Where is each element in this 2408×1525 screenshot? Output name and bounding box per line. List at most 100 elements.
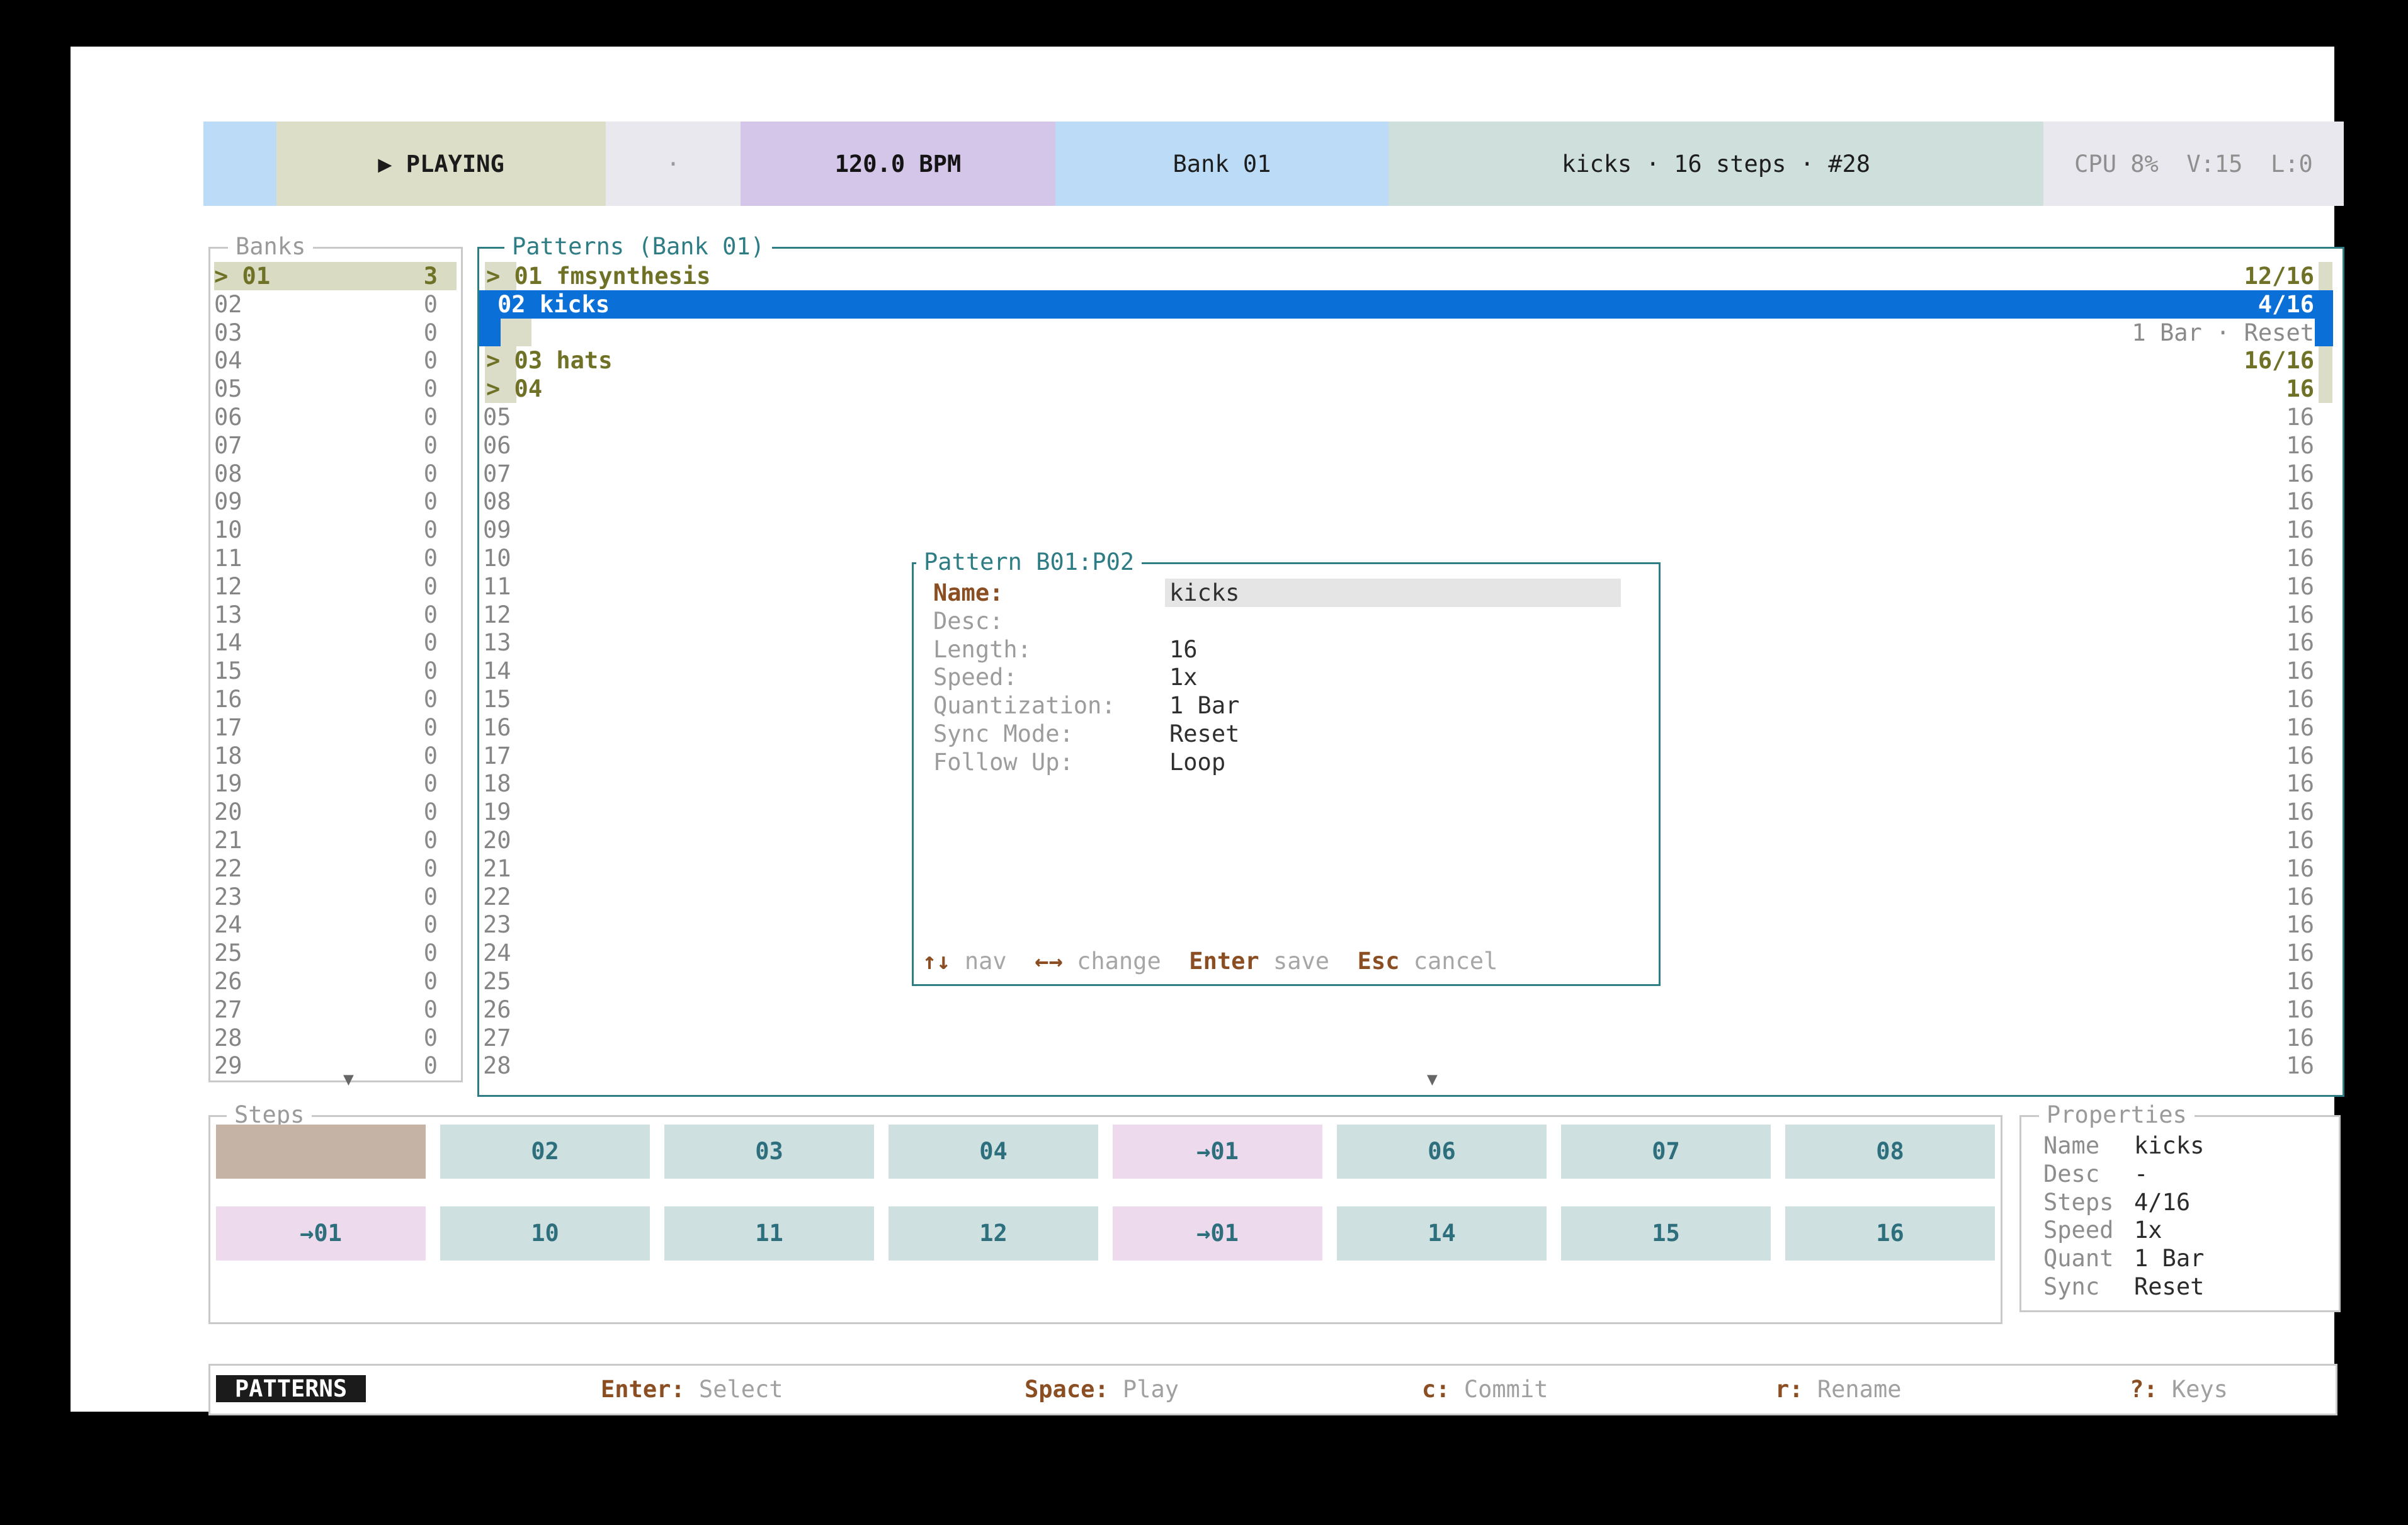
pattern-row[interactable]: 0716 [479,460,2333,488]
pattern-row[interactable]: 2816 [479,1052,2333,1080]
bank-row[interactable]: 160 [214,685,457,713]
field-value[interactable]: Reset [1169,720,1239,748]
pattern-label: 05 [483,404,511,431]
bank-row[interactable]: 040 [214,346,457,375]
status-separator: · [606,122,741,206]
field-value[interactable]: 1 Bar [1169,691,1239,720]
step-cell-02[interactable]: 02 [440,1125,650,1179]
step-cell-05[interactable]: →01 [1113,1125,1322,1179]
step-cell-07[interactable]: 07 [1561,1125,1771,1179]
bank-row[interactable]: 110 [214,544,457,572]
pattern-row-selected[interactable]: 02 kicks4/16 [479,290,2333,319]
keybar-hint: r: Rename [1775,1366,1902,1414]
step-cell-03[interactable]: 03 [664,1125,874,1179]
field-value[interactable]: 16 [1169,635,1198,664]
bank-row[interactable]: 180 [214,742,457,770]
step-cell-11[interactable]: 11 [664,1206,874,1261]
bank-row[interactable]: 070 [214,431,457,460]
bank-row[interactable]: 210 [214,826,457,854]
bank-row[interactable]: 200 [214,798,457,826]
bank-id: 07 [214,432,242,459]
pattern-label: 20 [483,827,511,854]
bank-row[interactable]: 260 [214,967,457,995]
bank-id: 19 [214,770,242,797]
keybar-hint: Enter: Select [601,1366,783,1414]
bank-id: 11 [214,545,242,572]
step-cell-13[interactable]: →01 [1113,1206,1322,1261]
pattern-row[interactable]: 2616 [479,995,2333,1024]
bank-row[interactable]: 080 [214,460,457,488]
bank-row[interactable]: 220 [214,854,457,883]
bank-id: 05 [214,375,242,402]
bank-row[interactable]: 140 [214,628,457,657]
bank-row[interactable]: 290 [214,1052,457,1080]
pattern-row[interactable]: > 03 hats16/16 [479,346,2333,375]
bank-id: 26 [214,968,242,995]
bank-row[interactable]: 100 [214,516,457,544]
step-cell-01[interactable] [216,1125,426,1179]
step-cell-14[interactable]: 14 [1337,1206,1547,1261]
bank-row[interactable]: 250 [214,939,457,967]
step-cell-09[interactable]: →01 [216,1206,426,1261]
hint-key: Space: [1025,1376,1109,1403]
step-cell-04[interactable]: 04 [889,1125,1098,1179]
pattern-step-count: 16 [2286,939,2314,967]
pattern-row[interactable]: 2716 [479,1024,2333,1052]
step-cell-12[interactable]: 12 [889,1206,1098,1261]
pattern-label: 22 [483,883,511,910]
field-label: Length: [933,635,1031,664]
bank-row[interactable]: 090 [214,487,457,516]
bank-row-selected[interactable]: > 013 [214,262,457,290]
pattern-step-count: 16 [2286,798,2314,826]
property-value: - [2134,1160,2148,1188]
pattern-row[interactable]: 0616 [479,431,2333,460]
bank-row[interactable]: 050 [214,375,457,403]
bank-row[interactable]: 230 [214,883,457,911]
pattern-row[interactable]: 0916 [479,516,2333,544]
bank-row[interactable]: 060 [214,403,457,431]
pattern-label: 10 [483,545,511,572]
patterns-more-icon: ▼ [1427,1070,1438,1088]
bank-row[interactable]: 170 [214,713,457,742]
patterns-panel-title: Patterns (Bank 01) [504,233,772,261]
pattern-row[interactable]: > 01 fmsynthesis12/16 [479,262,2333,290]
field-value[interactable]: 1x [1169,663,1198,691]
field-label: Sync Mode: [933,720,1074,748]
bpm-display: 120.0 BPM [741,122,1055,206]
bank-pattern-count: 0 [424,601,438,629]
bank-row[interactable]: 120 [214,572,457,601]
pattern-label: 23 [483,911,511,938]
keybar-hint: c: Commit [1422,1366,1548,1414]
bank-row[interactable]: 150 [214,657,457,685]
pattern-step-count: 16 [2286,572,2314,601]
property-label: Quant [2043,1244,2113,1273]
pattern-label: 21 [483,855,511,882]
pattern-row[interactable]: 0816 [479,487,2333,516]
step-cell-08[interactable]: 08 [1785,1125,1995,1179]
pattern-row[interactable]: > 0416 [479,375,2333,403]
bank-row[interactable]: 270 [214,995,457,1024]
bank-pattern-count: 0 [424,1052,438,1080]
bank-id: 24 [214,911,242,938]
step-cell-10[interactable]: 10 [440,1206,650,1261]
bank-row[interactable]: 280 [214,1024,457,1052]
banks-panel: Banks > 01302003004005006007008009010011… [208,247,463,1082]
bank-row[interactable]: 240 [214,910,457,939]
transport-status: ▶ PLAYING [276,122,606,206]
system-stats-value: CPU 8% V:15 L:0 [2074,150,2313,178]
bank-row[interactable]: 030 [214,319,457,347]
step-cell-16[interactable]: 16 [1785,1206,1995,1261]
field-value[interactable]: Loop [1169,748,1225,776]
field-value[interactable]: kicks [1169,579,1239,607]
pattern-row[interactable]: 0516 [479,403,2333,431]
bank-id: > 01 [214,263,270,290]
bank-row[interactable]: 020 [214,290,457,319]
bank-row[interactable]: 13 0 [214,601,457,629]
pattern-label: 24 [483,939,511,967]
bank-id: 27 [214,996,242,1023]
bank-row[interactable]: 190 [214,769,457,798]
step-cell-06[interactable]: 06 [1337,1125,1547,1179]
bank-id: 13 [214,601,242,628]
step-cell-15[interactable]: 15 [1561,1206,1771,1261]
pattern-step-count: 16 [2286,995,2314,1024]
